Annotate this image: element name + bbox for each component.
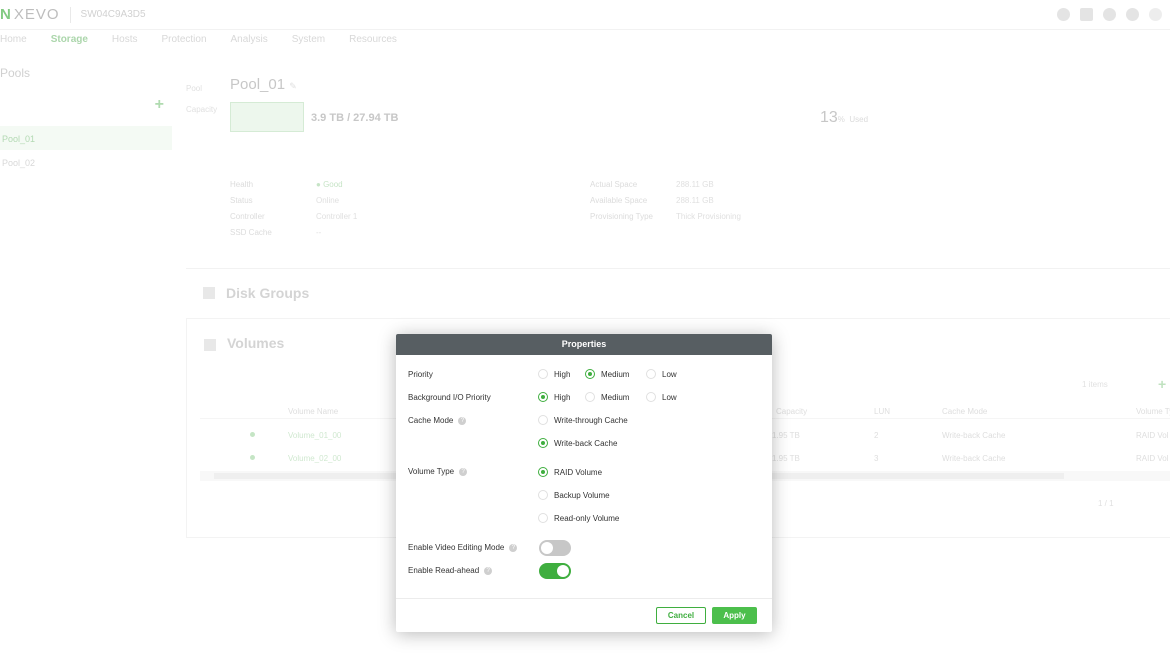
- properties-dialog: Properties Priority High Medium Low Back…: [396, 334, 772, 632]
- bg-priority-high-option[interactable]: High: [538, 392, 570, 402]
- volume-type-help-icon[interactable]: ?: [459, 467, 468, 476]
- volume-type-label-text: Volume Type: [408, 467, 455, 476]
- bg-priority-low-radio[interactable]: [646, 392, 656, 402]
- read-only-volume-label: Read-only Volume: [554, 513, 620, 523]
- bg-priority-medium-label: Medium: [601, 392, 630, 402]
- toggle-knob: [557, 565, 569, 577]
- priority-medium-label: Medium: [601, 369, 630, 379]
- read-only-volume-radio[interactable]: [538, 513, 548, 523]
- priority-low-label: Low: [662, 369, 677, 379]
- video-editing-label-text: Enable Video Editing Mode: [408, 543, 505, 552]
- cache-mode-help-icon[interactable]: ?: [458, 416, 467, 425]
- priority-medium-radio[interactable]: [585, 369, 595, 379]
- bg-priority-medium-radio[interactable]: [585, 392, 595, 402]
- read-ahead-help-icon[interactable]: ?: [484, 566, 493, 575]
- read-ahead-label: Enable Read-ahead?: [408, 566, 493, 575]
- backup-volume-option[interactable]: Backup Volume: [538, 490, 610, 500]
- write-through-label: Write-through Cache: [554, 415, 628, 425]
- raid-volume-option[interactable]: RAID Volume: [538, 467, 602, 477]
- raid-volume-radio[interactable]: [538, 467, 548, 477]
- bg-priority-high-radio[interactable]: [538, 392, 548, 402]
- raid-volume-label: RAID Volume: [554, 467, 603, 477]
- video-editing-label: Enable Video Editing Mode?: [408, 543, 518, 552]
- dialog-title: Properties: [396, 334, 772, 355]
- bg-priority-medium-option[interactable]: Medium: [585, 392, 629, 402]
- priority-high-option[interactable]: High: [538, 369, 570, 379]
- backup-volume-radio[interactable]: [538, 490, 548, 500]
- apply-button[interactable]: Apply: [712, 607, 757, 624]
- priority-high-label: High: [554, 369, 571, 379]
- bg-priority-low-option[interactable]: Low: [646, 392, 677, 402]
- cache-mode-label-text: Cache Mode: [408, 416, 454, 425]
- read-only-volume-option[interactable]: Read-only Volume: [538, 513, 619, 523]
- bg-priority-low-label: Low: [662, 392, 677, 402]
- priority-label: Priority: [408, 370, 433, 379]
- cancel-button[interactable]: Cancel: [656, 607, 706, 624]
- read-ahead-toggle[interactable]: [539, 563, 571, 579]
- write-back-label: Write-back Cache: [554, 438, 618, 448]
- video-editing-toggle[interactable]: [539, 540, 571, 556]
- priority-low-option[interactable]: Low: [646, 369, 677, 379]
- backup-volume-label: Backup Volume: [554, 490, 610, 500]
- toggle-knob: [541, 542, 553, 554]
- priority-label-text: Priority: [408, 370, 433, 379]
- write-back-radio[interactable]: [538, 438, 548, 448]
- bg-priority-high-label: High: [554, 392, 571, 402]
- video-editing-help-icon[interactable]: ?: [509, 543, 518, 552]
- volume-type-label: Volume Type?: [408, 467, 468, 476]
- read-ahead-label-text: Enable Read-ahead: [408, 566, 480, 575]
- bg-io-priority-label: Background I/O Priority: [408, 393, 491, 402]
- dialog-footer: Cancel Apply: [396, 598, 772, 632]
- write-through-radio[interactable]: [538, 415, 548, 425]
- write-through-option[interactable]: Write-through Cache: [538, 415, 628, 425]
- priority-high-radio[interactable]: [538, 369, 548, 379]
- bg-io-priority-label-text: Background I/O Priority: [408, 393, 491, 402]
- cache-mode-label: Cache Mode?: [408, 416, 467, 425]
- priority-low-radio[interactable]: [646, 369, 656, 379]
- write-back-option[interactable]: Write-back Cache: [538, 438, 617, 448]
- priority-medium-option[interactable]: Medium: [585, 369, 629, 379]
